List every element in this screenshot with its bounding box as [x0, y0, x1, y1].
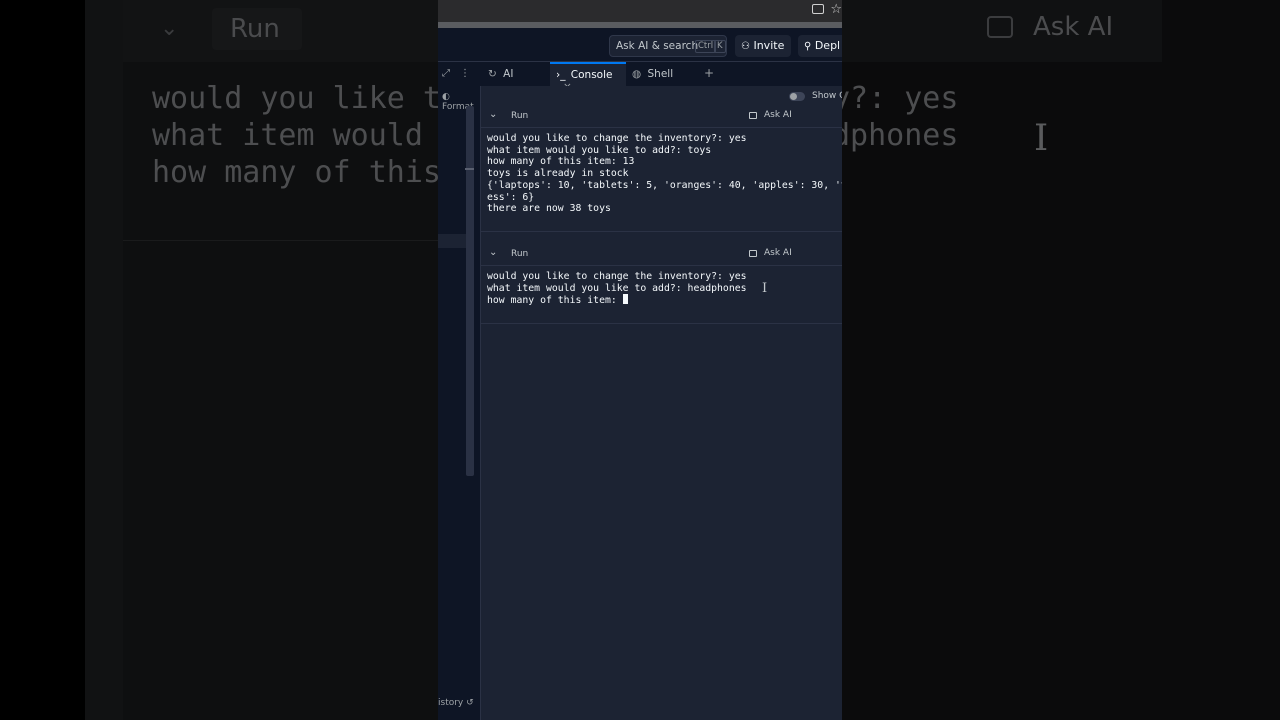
- run-button[interactable]: Run: [505, 246, 531, 263]
- kbd-k: K: [714, 40, 726, 53]
- console-output: would you like to change the inventory?:…: [487, 133, 842, 215]
- chevron-down-icon[interactable]: ⌄: [489, 109, 497, 120]
- tab-label: Console: [570, 69, 613, 81]
- ai-icon: ↻: [488, 68, 497, 80]
- scroll-marker: [465, 168, 474, 170]
- run-block-header: ⌄ Run Ask AI: [481, 244, 842, 266]
- bg-chevron-down-icon: ⌄: [160, 16, 179, 41]
- run-button[interactable]: Run: [505, 108, 531, 125]
- os-titlebar: ☆: [438, 0, 842, 22]
- bg-divider: [123, 240, 438, 241]
- add-user-icon: ⚇: [741, 41, 750, 52]
- tab-console[interactable]: ›_ Console ×: [550, 62, 626, 93]
- show-only-label: Show O: [812, 91, 842, 101]
- more-options-icon[interactable]: ⋮: [460, 62, 470, 86]
- ask-ai-button[interactable]: Ask AI: [764, 110, 792, 120]
- bg-right-line: y?: yes: [842, 81, 959, 116]
- tab-label: Shell: [647, 68, 674, 80]
- chevron-down-icon[interactable]: ⌄: [489, 247, 497, 258]
- app-panel: ☆ Ask AI & search Ctrl K ⚇ Invite ⚲ Depl…: [438, 0, 842, 720]
- bg-chat-icon: [987, 16, 1013, 38]
- ask-ai-search-button[interactable]: Ask AI & search Ctrl K: [609, 35, 727, 57]
- invite-label: Invite: [753, 39, 785, 52]
- shell-icon: ◍: [632, 68, 642, 80]
- bg-left-band: [85, 0, 123, 720]
- ask-ai-button[interactable]: Ask AI: [764, 248, 792, 258]
- console-output: would you like to change the inventory?:…: [487, 271, 747, 307]
- mouse-ibeam-cursor-icon: I: [762, 281, 768, 296]
- history-button[interactable]: istory ↺: [438, 698, 474, 708]
- deploy-button[interactable]: ⚲ Depl: [798, 35, 842, 57]
- search-label: Ask AI & search: [616, 40, 699, 52]
- expand-icon[interactable]: ⤢: [442, 62, 450, 86]
- tab-ai[interactable]: ↻ AI: [484, 62, 548, 86]
- bg-ask-ai-label: Ask AI: [1033, 12, 1114, 42]
- text-caret: [622, 294, 628, 305]
- deploy-icon: ⚲: [804, 41, 812, 52]
- editor-strip: ◐ Format istory ↺: [438, 86, 480, 720]
- bg-left-line: would you like t: [152, 81, 438, 116]
- deploy-label: Depl: [814, 39, 841, 52]
- line-highlight: [438, 234, 466, 248]
- console-pane: Show O ⌄ Run Ask AI would you like to ch…: [480, 86, 842, 720]
- format-icon: ◐: [442, 92, 450, 102]
- console-run-block: ⌄ Run Ask AI would you like to change th…: [481, 106, 842, 232]
- tab-shell[interactable]: ◍ Shell: [628, 62, 694, 86]
- history-icon: ↺: [466, 698, 474, 708]
- bg-left-text: would you like t what item would how man…: [152, 80, 438, 191]
- background-right: Ask AI y?: yes dphones I: [842, 0, 1280, 720]
- screen-share-icon[interactable]: [812, 4, 824, 14]
- bg-right-line: dphones: [842, 118, 959, 153]
- bg-run-label: Run: [212, 8, 302, 50]
- add-tab-button[interactable]: +: [704, 62, 714, 86]
- console-input-area[interactable]: would you like to change the inventory?:…: [487, 271, 747, 307]
- console-run-block: ⌄ Run Ask AI would you like to change th…: [481, 244, 842, 324]
- show-only-toggle[interactable]: [789, 92, 805, 101]
- history-label: istory: [438, 698, 464, 708]
- star-icon[interactable]: ☆: [830, 2, 842, 17]
- ask-ai-icon: [749, 250, 757, 257]
- run-block-header: ⌄ Run Ask AI: [481, 106, 842, 128]
- pane-tabs: ⤢ ⋮ ↻ AI ›_ Console × ◍ Shell +: [438, 62, 842, 93]
- bg-left-line: how many of this: [152, 155, 438, 190]
- bg-left-band: [0, 0, 85, 720]
- kbd-ctrl: Ctrl: [695, 40, 717, 53]
- invite-button[interactable]: ⚇ Invite: [735, 35, 791, 57]
- ask-ai-icon: [749, 112, 757, 119]
- bg-text-cursor-icon: I: [1034, 118, 1049, 159]
- format-button[interactable]: ◐ Format: [442, 92, 480, 112]
- bg-left-line: what item would: [152, 118, 423, 153]
- editor-scrollbar[interactable]: [466, 106, 474, 476]
- background-left: ⌄ Run would you like t what item would h…: [0, 0, 438, 720]
- console-icon: ›_: [556, 69, 566, 81]
- bg-right-text: y?: yes dphones: [842, 80, 958, 154]
- workspace-header: Ask AI & search Ctrl K ⚇ Invite ⚲ Depl: [438, 28, 842, 62]
- tab-label: AI: [503, 68, 514, 80]
